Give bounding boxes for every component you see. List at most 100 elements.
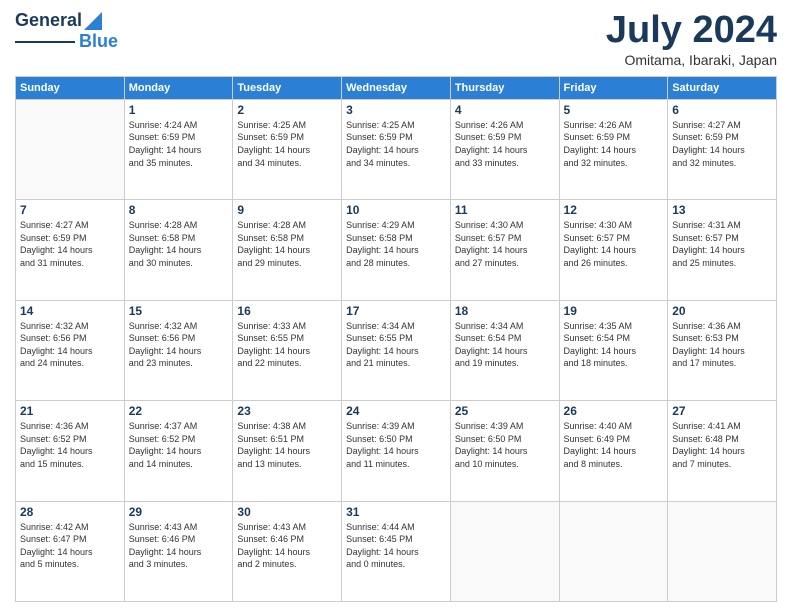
week-row-0: 1 Sunrise: 4:24 AM Sunset: 6:59 PM Daylig… [16,99,777,199]
day-number: 9 [237,203,337,217]
day-number: 14 [20,304,120,318]
day-info: Sunrise: 4:26 AM Sunset: 6:59 PM Dayligh… [564,119,664,169]
calendar-cell: 18Sunrise: 4:34 AM Sunset: 6:54 PM Dayli… [450,300,559,400]
day-info: Sunrise: 4:43 AM Sunset: 6:46 PM Dayligh… [237,521,337,571]
location: Omitama, Ibaraki, Japan [606,52,777,68]
calendar-cell [668,501,777,601]
month-title: July 2024 [606,10,777,52]
logo: General Blue [15,10,118,52]
day-number: 20 [672,304,772,318]
day-info: Sunrise: 4:27 AM Sunset: 6:59 PM Dayligh… [672,119,772,169]
weekday-header-thursday: Thursday [450,76,559,99]
day-info: Sunrise: 4:32 AM Sunset: 6:56 PM Dayligh… [20,320,120,370]
day-info: Sunrise: 4:32 AM Sunset: 6:56 PM Dayligh… [129,320,229,370]
calendar-cell: 31Sunrise: 4:44 AM Sunset: 6:45 PM Dayli… [342,501,451,601]
day-number: 1 [129,103,229,117]
header: General Blue July 2024 Omitama, Ibaraki,… [15,10,777,68]
calendar-cell: 22 Sunrise: 4:37 AM Sunset: 6:52 PM Dayli… [124,401,233,501]
day-number: 26 [564,404,664,418]
day-info: Sunrise: 4:27 AM Sunset: 6:59 PM Dayligh… [20,219,120,269]
day-number: 27 [672,404,772,418]
day-number: 13 [672,203,772,217]
day-number: 23 [237,404,337,418]
day-info: Sunrise: 4:42 AM Sunset: 6:47 PM Dayligh… [20,521,120,571]
calendar-table: SundayMondayTuesdayWednesdayThursdayFrid… [15,76,777,602]
day-info: Sunrise: 4:44 AM Sunset: 6:45 PM Dayligh… [346,521,446,571]
day-number: 15 [129,304,229,318]
day-number: 2 [237,103,337,117]
calendar-cell: 20 Sunrise: 4:36 AM Sunset: 6:53 PM Dayli… [668,300,777,400]
week-row-4: 28 Sunrise: 4:42 AM Sunset: 6:47 PM Dayli… [16,501,777,601]
day-number: 11 [455,203,555,217]
day-info: Sunrise: 4:38 AM Sunset: 6:51 PM Dayligh… [237,420,337,470]
week-row-1: 7Sunrise: 4:27 AM Sunset: 6:59 PM Daylig… [16,200,777,300]
calendar-cell: 17 Sunrise: 4:34 AM Sunset: 6:55 PM Dayli… [342,300,451,400]
calendar-header: SundayMondayTuesdayWednesdayThursdayFrid… [16,76,777,99]
calendar-cell: 19 Sunrise: 4:35 AM Sunset: 6:54 PM Dayli… [559,300,668,400]
calendar-body: 1 Sunrise: 4:24 AM Sunset: 6:59 PM Daylig… [16,99,777,601]
week-row-3: 21 Sunrise: 4:36 AM Sunset: 6:52 PM Dayli… [16,401,777,501]
day-info: Sunrise: 4:36 AM Sunset: 6:52 PM Dayligh… [20,420,120,470]
day-info: Sunrise: 4:35 AM Sunset: 6:54 PM Dayligh… [564,320,664,370]
day-info: Sunrise: 4:34 AM Sunset: 6:55 PM Dayligh… [346,320,446,370]
day-number: 25 [455,404,555,418]
weekday-header-monday: Monday [124,76,233,99]
calendar-cell: 16Sunrise: 4:33 AM Sunset: 6:55 PM Dayli… [233,300,342,400]
day-info: Sunrise: 4:31 AM Sunset: 6:57 PM Dayligh… [672,219,772,269]
calendar-cell: 7Sunrise: 4:27 AM Sunset: 6:59 PM Daylig… [16,200,125,300]
day-info: Sunrise: 4:41 AM Sunset: 6:48 PM Dayligh… [672,420,772,470]
day-number: 10 [346,203,446,217]
weekday-header-saturday: Saturday [668,76,777,99]
logo-general: General [15,10,82,31]
day-number: 4 [455,103,555,117]
calendar-cell: 15 Sunrise: 4:32 AM Sunset: 6:56 PM Dayli… [124,300,233,400]
weekday-row: SundayMondayTuesdayWednesdayThursdayFrid… [16,76,777,99]
calendar-cell: 27 Sunrise: 4:41 AM Sunset: 6:48 PM Dayli… [668,401,777,501]
calendar-cell: 24 Sunrise: 4:39 AM Sunset: 6:50 PM Dayli… [342,401,451,501]
day-number: 21 [20,404,120,418]
day-number: 3 [346,103,446,117]
day-info: Sunrise: 4:24 AM Sunset: 6:59 PM Dayligh… [129,119,229,169]
day-number: 16 [237,304,337,318]
day-info: Sunrise: 4:28 AM Sunset: 6:58 PM Dayligh… [129,219,229,269]
day-info: Sunrise: 4:39 AM Sunset: 6:50 PM Dayligh… [455,420,555,470]
day-info: Sunrise: 4:30 AM Sunset: 6:57 PM Dayligh… [455,219,555,269]
calendar-cell: 5Sunrise: 4:26 AM Sunset: 6:59 PM Daylig… [559,99,668,199]
calendar-cell: 28 Sunrise: 4:42 AM Sunset: 6:47 PM Dayli… [16,501,125,601]
day-number: 29 [129,505,229,519]
day-info: Sunrise: 4:37 AM Sunset: 6:52 PM Dayligh… [129,420,229,470]
day-info: Sunrise: 4:29 AM Sunset: 6:58 PM Dayligh… [346,219,446,269]
calendar-cell: 21 Sunrise: 4:36 AM Sunset: 6:52 PM Dayli… [16,401,125,501]
day-number: 24 [346,404,446,418]
calendar-cell: 23 Sunrise: 4:38 AM Sunset: 6:51 PM Dayli… [233,401,342,501]
calendar-cell: 25 Sunrise: 4:39 AM Sunset: 6:50 PM Dayli… [450,401,559,501]
calendar-cell: 6 Sunrise: 4:27 AM Sunset: 6:59 PM Daylig… [668,99,777,199]
calendar-cell: 29Sunrise: 4:43 AM Sunset: 6:46 PM Dayli… [124,501,233,601]
calendar-cell: 3 Sunrise: 4:25 AM Sunset: 6:59 PM Daylig… [342,99,451,199]
calendar-cell: 4Sunrise: 4:26 AM Sunset: 6:59 PM Daylig… [450,99,559,199]
day-number: 22 [129,404,229,418]
weekday-header-wednesday: Wednesday [342,76,451,99]
calendar-cell: 13 Sunrise: 4:31 AM Sunset: 6:57 PM Dayli… [668,200,777,300]
day-number: 28 [20,505,120,519]
logo-blue: Blue [79,31,118,52]
day-number: 8 [129,203,229,217]
calendar-cell: 11 Sunrise: 4:30 AM Sunset: 6:57 PM Dayli… [450,200,559,300]
weekday-header-friday: Friday [559,76,668,99]
calendar-cell [450,501,559,601]
day-number: 30 [237,505,337,519]
day-info: Sunrise: 4:39 AM Sunset: 6:50 PM Dayligh… [346,420,446,470]
title-block: July 2024 Omitama, Ibaraki, Japan [606,10,777,68]
calendar-cell: 26Sunrise: 4:40 AM Sunset: 6:49 PM Dayli… [559,401,668,501]
day-number: 6 [672,103,772,117]
calendar-cell: 2 Sunrise: 4:25 AM Sunset: 6:59 PM Daylig… [233,99,342,199]
calendar-cell: 9Sunrise: 4:28 AM Sunset: 6:58 PM Daylig… [233,200,342,300]
day-info: Sunrise: 4:30 AM Sunset: 6:57 PM Dayligh… [564,219,664,269]
day-number: 18 [455,304,555,318]
day-info: Sunrise: 4:25 AM Sunset: 6:59 PM Dayligh… [237,119,337,169]
day-info: Sunrise: 4:36 AM Sunset: 6:53 PM Dayligh… [672,320,772,370]
day-number: 17 [346,304,446,318]
calendar-cell: 14 Sunrise: 4:32 AM Sunset: 6:56 PM Dayli… [16,300,125,400]
day-number: 19 [564,304,664,318]
day-info: Sunrise: 4:25 AM Sunset: 6:59 PM Dayligh… [346,119,446,169]
